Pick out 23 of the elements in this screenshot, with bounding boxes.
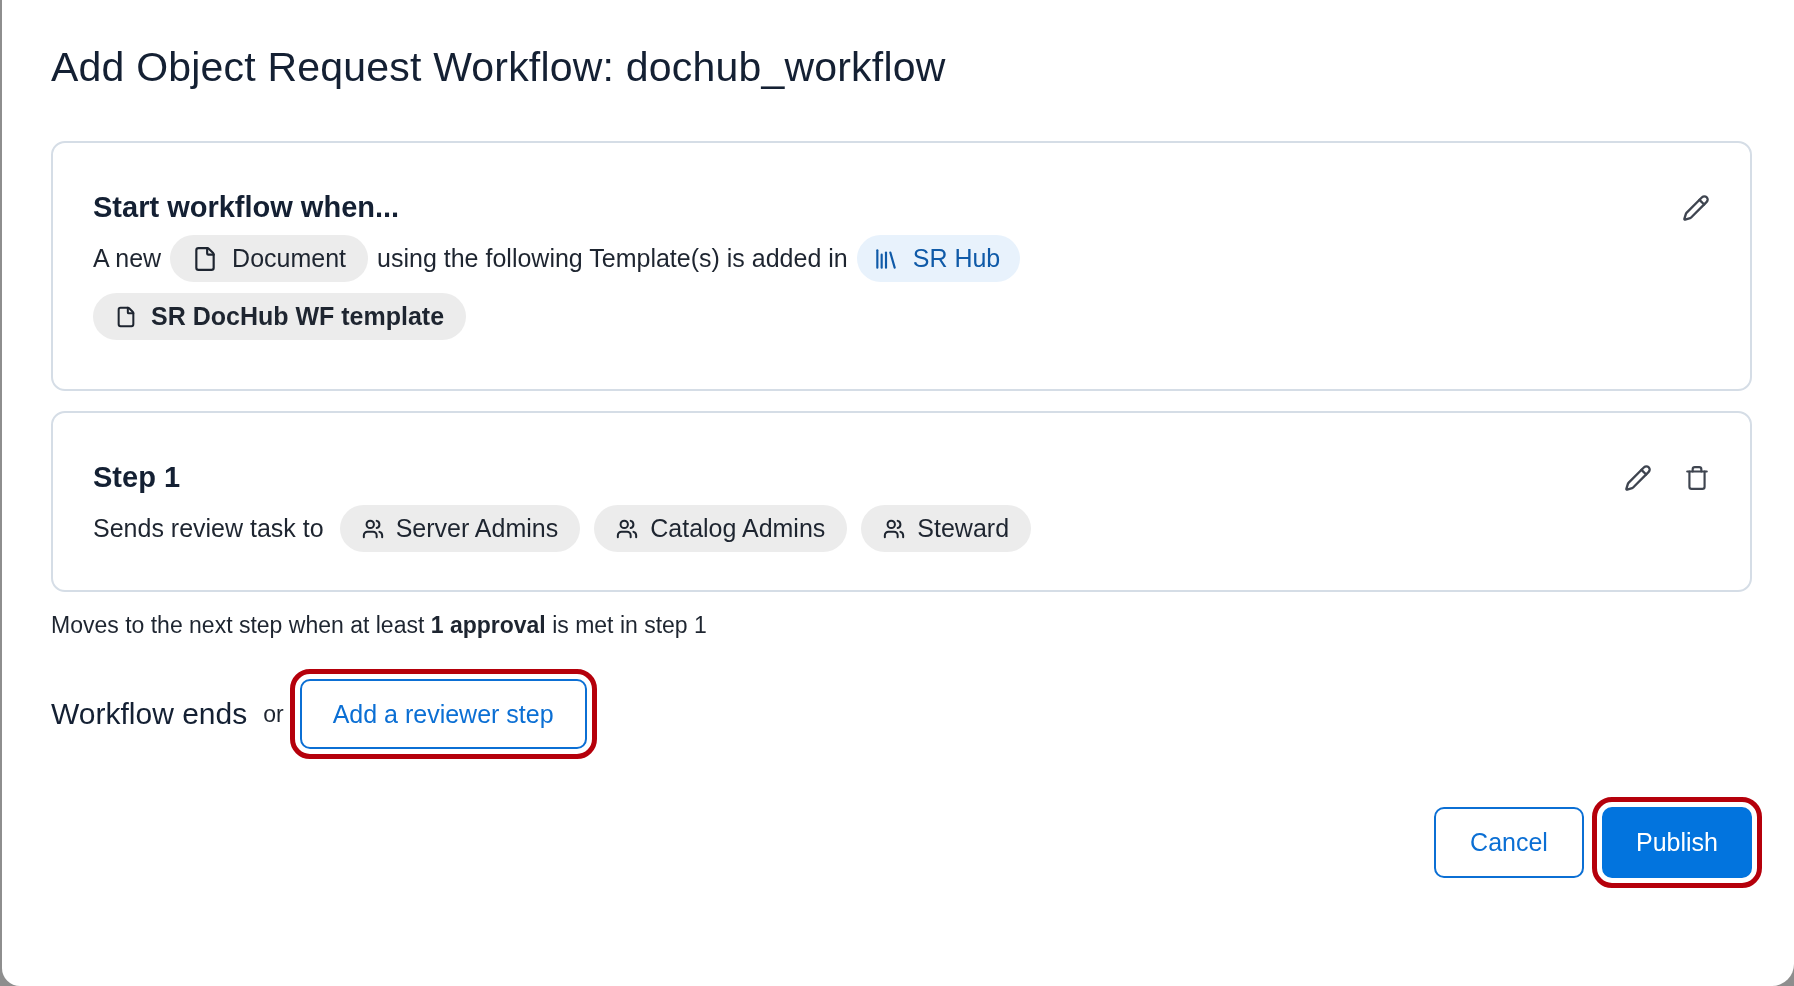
document-icon (115, 305, 137, 328)
trash-icon[interactable] (1684, 464, 1710, 491)
object-chip: Document (170, 235, 369, 282)
users-icon (616, 517, 639, 540)
reviewer-chip: Catalog Admins (594, 505, 848, 552)
dialog-title: Add Object Request Workflow: dochub_workflow (51, 44, 947, 91)
sentence-text: using the following Template(s) is added in (377, 244, 848, 273)
approval-rule: Moves to the next step when at least 1 approval is met in step 1 (51, 612, 708, 639)
reviewer-chip: Server Admins (339, 505, 581, 552)
sentence-text: A new (93, 244, 162, 273)
users-icon (883, 517, 906, 540)
pencil-icon[interactable] (1682, 193, 1710, 222)
step-title: Step 1 (93, 461, 181, 494)
reviewer-chip: Steward (861, 505, 1032, 552)
or-text: or (263, 700, 284, 728)
step-description: Sends review task to (93, 514, 324, 543)
pencil-icon[interactable] (1624, 463, 1652, 492)
hub-chip: SR Hub (856, 235, 1021, 282)
users-icon (361, 517, 384, 540)
trigger-heading: Start workflow when... (93, 191, 400, 224)
workflow-end-label: Workflow ends (51, 697, 248, 731)
cancel-button[interactable]: Cancel (1434, 807, 1584, 878)
template-chip: SR DocHub WF template (93, 293, 467, 340)
